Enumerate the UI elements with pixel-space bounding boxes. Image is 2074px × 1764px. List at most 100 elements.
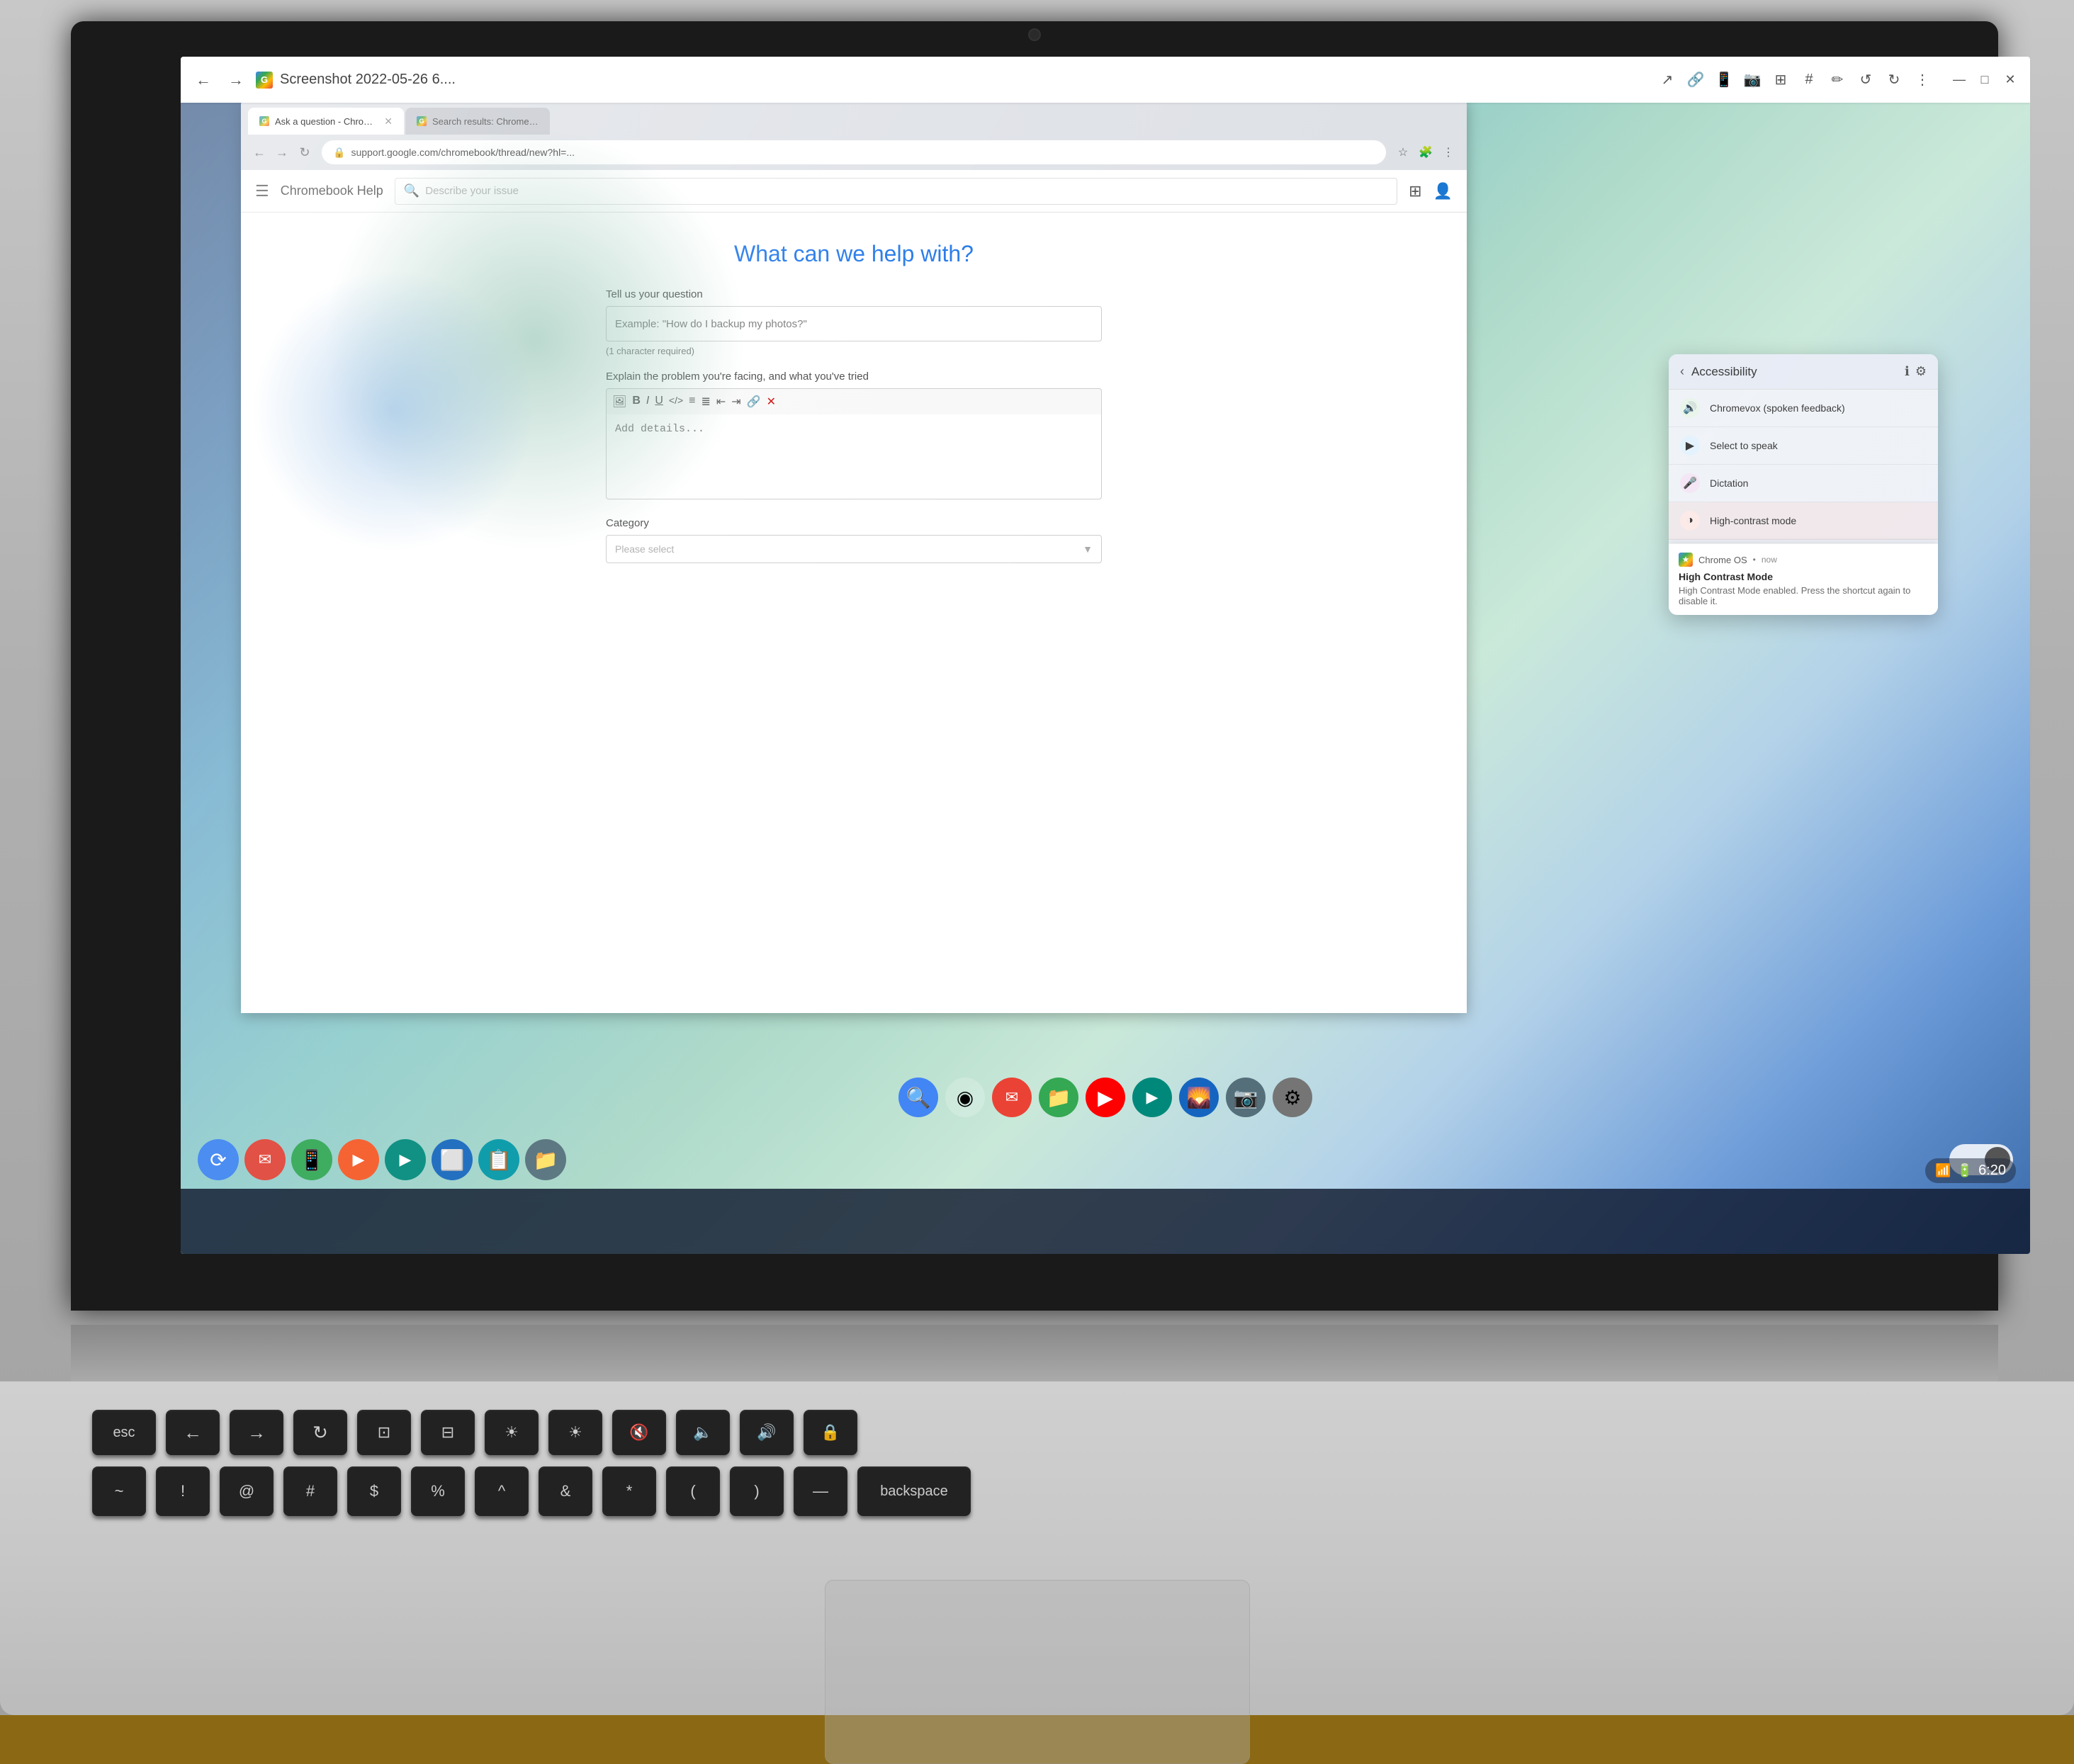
apps-grid-icon[interactable]: ⊞ (1409, 182, 1421, 200)
toolbar-redo[interactable]: ↻ (1881, 67, 1907, 93)
panel-settings-icon[interactable]: ⚙ (1915, 364, 1927, 379)
tab-label-2: Search results: Chromebook H... (432, 116, 539, 127)
key-brightness-down[interactable]: ☀ (485, 1410, 539, 1455)
minimize-button[interactable]: — (1949, 72, 1969, 88)
toolbar-tablet[interactable]: 📱 (1711, 67, 1737, 93)
close-button[interactable]: ✕ (2000, 72, 2020, 88)
toolbar-undo[interactable]: ↺ (1853, 67, 1878, 93)
address-lock: 🔒 (333, 147, 345, 159)
key-3[interactable]: # (283, 1466, 337, 1516)
key-tilde[interactable]: ~ (92, 1466, 146, 1516)
chrome-icon[interactable]: ◉ (945, 1078, 985, 1117)
key-forward[interactable]: → (230, 1410, 283, 1455)
panel-item-high-contrast[interactable]: ◑ High-contrast mode (1669, 502, 1938, 540)
browser-back[interactable]: ← (249, 142, 269, 162)
key-2[interactable]: @ (220, 1466, 274, 1516)
toolbar-hashtag[interactable]: # (1796, 67, 1822, 93)
browser-tab-active[interactable]: G Ask a question - Chromebook... ✕ (248, 108, 404, 135)
key-minus[interactable]: — (794, 1466, 847, 1516)
notif-time: now (1762, 555, 1777, 565)
key-vol-down[interactable]: 🔈 (676, 1410, 730, 1455)
app6-icon[interactable]: ⬜ (432, 1139, 473, 1180)
system-tray[interactable]: 📶 🔋 6:20 (1925, 1158, 2016, 1183)
screen: ← → G Screenshot 2022-05-26 6.... ↗ 🔗 📱 … (181, 57, 2030, 1254)
category-select[interactable]: Please select ▼ (606, 535, 1102, 563)
key-0[interactable]: ) (730, 1466, 784, 1516)
key-reload[interactable]: ↻ (293, 1410, 347, 1455)
nav-controls: ← → ↻ (249, 142, 315, 162)
key-5[interactable]: % (411, 1466, 465, 1516)
nav-forward-button[interactable]: → (223, 67, 249, 93)
tab-close[interactable]: ✕ (384, 115, 393, 128)
toolbar-remove-format[interactable]: ✕ (767, 395, 776, 409)
panel-header-actions: ℹ ⚙ (1905, 364, 1927, 379)
toolbar-link[interactable]: 🔗 (1683, 67, 1708, 93)
keyboard-area: esc ← → ↻ ⊡ ⊟ ☀ ☀ 🔇 🔈 🔊 🔒 ~ ! @ # $ % ^ … (0, 1381, 2074, 1715)
select-chevron: ▼ (1083, 543, 1093, 555)
browser-reload[interactable]: ↻ (295, 142, 315, 162)
key-brightness-up[interactable]: ☀ (548, 1410, 602, 1455)
touchpad[interactable] (825, 1580, 1250, 1764)
keyboard-fn-row: esc ← → ↻ ⊡ ⊟ ☀ ☀ 🔇 🔈 🔊 🔒 (92, 1410, 857, 1455)
toolbar-link[interactable]: 🔗 (747, 395, 761, 409)
category-section: Category Please select ▼ (606, 517, 1102, 563)
notif-dot: • (1753, 555, 1756, 565)
youtube-icon[interactable]: ▶ (1086, 1078, 1125, 1117)
app3-icon[interactable]: 📱 (291, 1139, 332, 1180)
app4-icon[interactable]: ▶ (338, 1139, 379, 1180)
settings-icon-shelf[interactable]: ⚙ (1273, 1078, 1312, 1117)
key-7[interactable]: & (539, 1466, 592, 1516)
key-mute[interactable]: 🔇 (612, 1410, 666, 1455)
panel-info-icon[interactable]: ℹ (1905, 364, 1910, 379)
camera-icon-shelf[interactable]: 📷 (1226, 1078, 1266, 1117)
high-contrast-label: High-contrast mode (1710, 515, 1796, 526)
key-fullscreen[interactable]: ⊡ (357, 1410, 411, 1455)
key-lock[interactable]: 🔒 (804, 1410, 857, 1455)
launcher-icon[interactable]: 🔍 (898, 1078, 938, 1117)
category-placeholder: Please select (615, 543, 674, 555)
extension-icon[interactable]: 🧩 (1416, 142, 1436, 162)
app5-icon[interactable]: ▶ (385, 1139, 426, 1180)
key-esc[interactable]: esc (92, 1410, 156, 1455)
key-switch-window[interactable]: ⊟ (421, 1410, 475, 1455)
panel-header: ‹ Accessibility ℹ ⚙ (1669, 354, 1938, 390)
browser-menu[interactable]: ⋮ (1438, 142, 1458, 162)
doc-title-bar: ← → G Screenshot 2022-05-26 6.... ↗ 🔗 📱 … (181, 57, 2030, 103)
panel-item-chromevox[interactable]: 🔊 Chromevox (spoken feedback) (1669, 390, 1938, 427)
browser-forward[interactable]: → (272, 142, 292, 162)
photos-icon[interactable]: 🌄 (1179, 1078, 1219, 1117)
gmail-icon[interactable]: ✉ (992, 1078, 1032, 1117)
key-vol-up[interactable]: 🔊 (740, 1410, 794, 1455)
key-4[interactable]: $ (347, 1466, 401, 1516)
bookmark-icon[interactable]: ☆ (1393, 142, 1413, 162)
key-9[interactable]: ( (666, 1466, 720, 1516)
restore-button[interactable]: □ (1975, 72, 1995, 88)
key-8[interactable]: * (602, 1466, 656, 1516)
panel-item-dictation[interactable]: 🎤 Dictation (1669, 465, 1938, 502)
key-1[interactable]: ! (156, 1466, 210, 1516)
key-backspace[interactable]: backspace (857, 1466, 971, 1516)
panel-back-button[interactable]: ‹ (1680, 364, 1684, 379)
key-6[interactable]: ^ (475, 1466, 529, 1516)
toolbar-share[interactable]: ↗ (1655, 67, 1680, 93)
key-back[interactable]: ← (166, 1410, 220, 1455)
tab-favicon: G (259, 116, 269, 126)
files2-icon[interactable]: 📁 (525, 1139, 566, 1180)
toolbar-pen[interactable]: ✏ (1825, 67, 1850, 93)
hinge-area (71, 1325, 1998, 1381)
taskbar-shelf-row1: 🔍 ◉ ✉ 📁 ▶ ▶ 🌄 📷 ⚙ (181, 1068, 2030, 1126)
account-icon[interactable]: 👤 (1433, 182, 1453, 200)
toolbar-grid[interactable]: ⊞ (1768, 67, 1793, 93)
launcher2-icon[interactable]: ⟳ (198, 1139, 239, 1180)
toolbar-more[interactable]: ⋮ (1910, 67, 1935, 93)
hamburger-menu[interactable]: ☰ (255, 182, 269, 200)
panel-header-left: ‹ Accessibility (1680, 364, 1757, 379)
nav-back-button[interactable]: ← (191, 67, 216, 93)
toolbar-camera[interactable]: 📷 (1740, 67, 1765, 93)
gmail2-icon[interactable]: ✉ (244, 1139, 286, 1180)
app7-icon[interactable]: 📋 (478, 1139, 519, 1180)
category-label: Category (606, 517, 1102, 529)
files-icon[interactable]: 📁 (1039, 1078, 1078, 1117)
play-icon[interactable]: ▶ (1132, 1078, 1172, 1117)
panel-item-select-to-speak[interactable]: ▶ Select to speak (1669, 427, 1938, 465)
